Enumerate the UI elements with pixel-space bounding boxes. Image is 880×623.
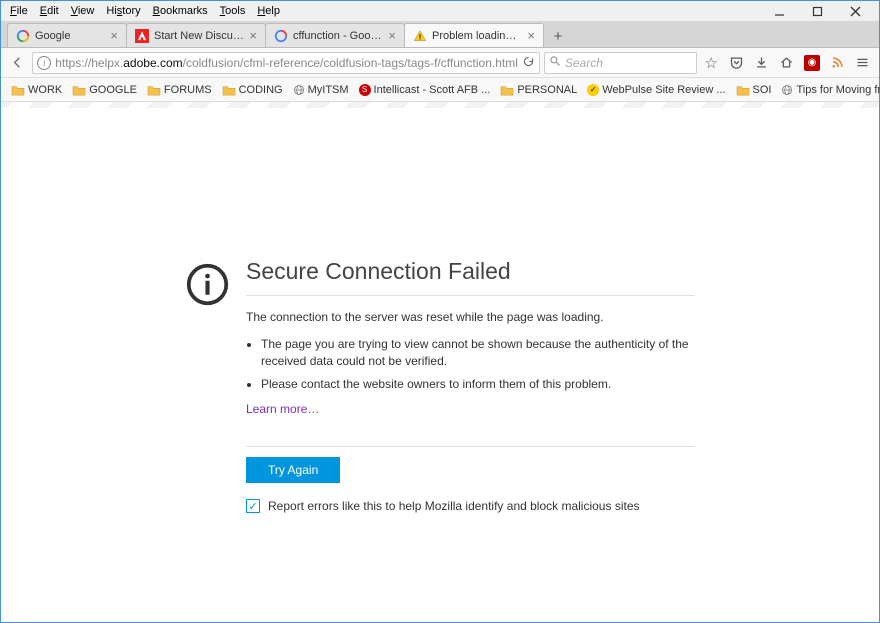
error-title: Secure Connection Failed	[246, 258, 695, 285]
close-window-button[interactable]	[841, 2, 869, 20]
adobe-icon	[135, 29, 149, 43]
url-bar[interactable]: i https://helpx.adobe.com/coldfusion/cfm…	[32, 52, 540, 74]
menu-edit[interactable]: Edit	[35, 3, 64, 19]
ublock-icon[interactable]: ◉	[801, 52, 822, 74]
bookmark-work[interactable]: WORK	[7, 82, 66, 98]
tab-google[interactable]: Google ×	[7, 23, 127, 47]
tab-google-search[interactable]: cffunction - Google Search ×	[265, 23, 405, 47]
new-tab-button[interactable]: +	[546, 25, 570, 47]
bookmark-forums[interactable]: FORUMS	[143, 82, 216, 98]
search-bar[interactable]: Search	[544, 52, 697, 74]
bookmark-coding[interactable]: CODING	[218, 82, 287, 98]
bookmark-soi[interactable]: SOI	[732, 82, 776, 98]
menu-bookmarks[interactable]: Bookmarks	[148, 3, 213, 19]
report-label: Report errors like this to help Mozilla …	[268, 499, 640, 513]
menu-file[interactable]: File	[5, 3, 33, 19]
menu-tools[interactable]: Tools	[215, 3, 251, 19]
search-placeholder: Search	[565, 56, 603, 70]
close-tab-icon[interactable]: ×	[527, 28, 535, 43]
menu-history[interactable]: History	[101, 3, 145, 19]
bookmark-tips1[interactable]: Tips for Moving from ...	[777, 82, 880, 98]
tab-adobe-discussion[interactable]: Start New Discussion | Ad... ×	[126, 23, 266, 47]
reload-icon[interactable]	[522, 55, 535, 71]
bookmark-personal[interactable]: PERSONAL	[496, 82, 581, 98]
warning-icon	[413, 29, 427, 43]
report-errors-row: ✓ Report errors like this to help Mozill…	[246, 499, 695, 513]
try-again-button[interactable]: Try Again	[246, 457, 340, 483]
bookmark-myitsm[interactable]: MyITSM	[289, 82, 353, 98]
downloads-icon[interactable]	[751, 52, 772, 74]
close-tab-icon[interactable]: ×	[110, 28, 118, 43]
nav-bar: i https://helpx.adobe.com/coldfusion/cfm…	[1, 48, 879, 78]
stripe-bar	[1, 102, 879, 108]
close-tab-icon[interactable]: ×	[388, 28, 396, 43]
menu-view[interactable]: View	[66, 3, 100, 19]
pocket-icon[interactable]	[726, 52, 747, 74]
bookmark-webpulse[interactable]: ✓WebPulse Site Review ...	[583, 82, 729, 98]
close-tab-icon[interactable]: ×	[249, 28, 257, 43]
bookmark-star-icon[interactable]: ☆	[701, 52, 722, 74]
error-bullet: Please contact the website owners to inf…	[261, 376, 695, 393]
google-icon	[16, 29, 30, 43]
learn-more-link[interactable]: Learn more…	[246, 402, 319, 416]
menu-help[interactable]: Help	[252, 3, 285, 19]
menu-bar: File Edit View History Bookmarks Tools H…	[1, 1, 879, 21]
info-error-icon	[185, 262, 230, 307]
bookmark-intellicast[interactable]: SIntellicast - Scott AFB ...	[355, 82, 495, 98]
bookmarks-toolbar: WORK GOOGLE FORUMS CODING MyITSM SIntell…	[1, 78, 879, 102]
rss-icon[interactable]	[827, 52, 848, 74]
back-button[interactable]	[7, 52, 28, 74]
maximize-button[interactable]	[803, 2, 831, 20]
identity-info-icon[interactable]: i	[37, 56, 51, 70]
minimize-button[interactable]	[765, 2, 793, 20]
menu-hamburger-icon[interactable]	[852, 52, 873, 74]
bookmark-google[interactable]: GOOGLE	[68, 82, 141, 98]
tab-problem-loading[interactable]: Problem loading page ×	[404, 23, 544, 47]
tab-label: Start New Discussion | Ad...	[154, 30, 244, 42]
tab-label: cffunction - Google Search	[293, 30, 383, 42]
url-text: https://helpx.adobe.com/coldfusion/cfml-…	[55, 56, 518, 70]
search-icon	[549, 55, 561, 70]
page-content: Secure Connection Failed The connection …	[1, 102, 879, 622]
error-subtitle: The connection to the server was reset w…	[246, 310, 695, 324]
tab-label: Problem loading page	[432, 30, 522, 42]
google-icon	[274, 29, 288, 43]
tab-strip: Google × Start New Discussion | Ad... × …	[1, 21, 879, 48]
home-icon[interactable]	[776, 52, 797, 74]
tab-label: Google	[35, 30, 105, 42]
report-checkbox[interactable]: ✓	[246, 499, 260, 513]
error-container: Secure Connection Failed The connection …	[185, 258, 695, 513]
error-bullet: The page you are trying to view cannot b…	[261, 336, 695, 370]
